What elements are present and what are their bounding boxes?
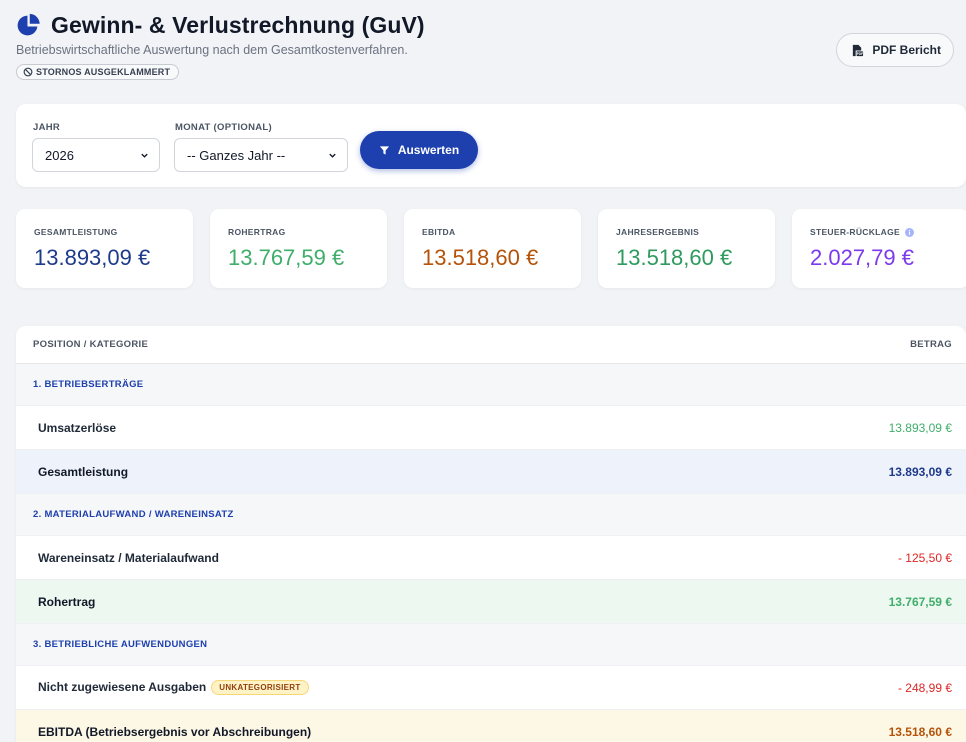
table-row: Umsatzerlöse 13.893,09 € bbox=[16, 406, 966, 450]
row-amount: 13.893,09 € bbox=[888, 420, 952, 435]
month-select[interactable]: -- Ganzes Jahr -- bbox=[174, 138, 348, 172]
table-body: 1. BETRIEBSERTRÄGE Umsatzerlöse 13.893,09 … bbox=[16, 364, 966, 742]
year-label: JAHR bbox=[33, 122, 61, 133]
kpi-label: ROHERTRAG bbox=[228, 227, 285, 237]
pie-chart-icon bbox=[16, 13, 41, 38]
year-select[interactable]: 2026 bbox=[32, 138, 160, 172]
apply-button[interactable]: Auswerten bbox=[360, 131, 478, 169]
chevron-down-icon bbox=[329, 153, 336, 158]
row-label-text: 1. BETRIEBSERTRÄGE bbox=[33, 379, 144, 390]
kpi-label: GESAMTLEISTUNG bbox=[34, 227, 118, 237]
table-total-row: EBITDA (Betriebsergebnis vor Abschreibun… bbox=[16, 710, 966, 742]
col-header-amount: BETRAG bbox=[910, 339, 952, 350]
row-amount: - 125,50 € bbox=[897, 550, 952, 565]
pdf-report-button[interactable]: PDF PDF Bericht bbox=[836, 33, 954, 67]
table-section-row: 3. BETRIEBLICHE AUFWENDUNGEN bbox=[16, 624, 966, 666]
year-select-value: 2026 bbox=[45, 147, 74, 163]
table-header: POSITION / KATEGORIE BETRAG bbox=[16, 326, 966, 364]
pdf-report-label: PDF Bericht bbox=[872, 43, 941, 57]
kpi-label-text: EBITDA bbox=[422, 227, 456, 237]
row-label: 2. MATERIALAUFWAND / WARENEINSATZ bbox=[33, 509, 234, 520]
page-title: Gewinn- & Verlustrechnung (GuV) bbox=[51, 12, 425, 38]
kpi-value: 13.767,59 € bbox=[228, 245, 345, 270]
kpi-value: 2.027,79 € bbox=[810, 245, 914, 270]
row-label-text: Gesamtleistung bbox=[38, 464, 129, 479]
row-label-text: Nicht zugewiesene Ausgaben bbox=[38, 680, 207, 694]
uncategorized-badge: UNKATEGORISIERT bbox=[211, 680, 309, 695]
kpi-card-rohertrag: ROHERTRAG 13.767,59 € bbox=[210, 209, 387, 288]
kpi-label-text: ROHERTRAG bbox=[228, 227, 286, 237]
kpi-value: 13.518,60 € bbox=[422, 245, 539, 270]
filter-icon bbox=[379, 145, 389, 155]
chevron-down-icon bbox=[141, 153, 148, 158]
row-label: Wareneinsatz / Materialaufwand bbox=[38, 551, 219, 565]
row-label-text: Rohertrag bbox=[38, 594, 96, 609]
table-section-row: 2. MATERIALAUFWAND / WARENEINSATZ bbox=[16, 494, 966, 536]
title-row: Gewinn- & Verlustrechnung (GuV) bbox=[16, 12, 956, 39]
pdf-file-icon: PDF bbox=[853, 44, 864, 56]
row-label: 3. BETRIEBLICHE AUFWENDUNGEN bbox=[33, 639, 207, 650]
row-amount: 13.767,59 € bbox=[888, 594, 952, 609]
row-label: Nicht zugewiesene Ausgaben UNKATEGORISIER… bbox=[38, 680, 309, 695]
kpi-card-ebitda: EBITDA 13.518,60 € bbox=[404, 209, 581, 288]
row-label: Rohertrag bbox=[38, 595, 95, 609]
kpi-card-jahresergebnis: JAHRESERGEBNIS 13.518,60 € bbox=[598, 209, 775, 288]
row-amount: 13.518,60 € bbox=[888, 724, 952, 739]
kpi-label-text: JAHRESERGEBNIS bbox=[616, 227, 700, 237]
apply-button-label: Auswerten bbox=[397, 143, 460, 157]
table-row: Nicht zugewiesene Ausgaben UNKATEGORISIER… bbox=[16, 666, 966, 710]
table-section-row: 1. BETRIEBSERTRÄGE bbox=[16, 364, 966, 406]
table-total-row: Rohertrag 13.767,59 € bbox=[16, 580, 966, 624]
table-total-row: Gesamtleistung 13.893,09 € bbox=[16, 450, 966, 494]
row-label-text: Umsatzerlöse bbox=[38, 420, 117, 435]
info-icon[interactable] bbox=[904, 227, 914, 237]
page-header: Gewinn- & Verlustrechnung (GuV) Betriebs… bbox=[16, 12, 956, 88]
guv-table: POSITION / KATEGORIE BETRAG 1. BETRIEBSE… bbox=[16, 326, 966, 742]
guv-page: Gewinn- & Verlustrechnung (GuV) Betriebs… bbox=[0, 0, 966, 742]
kpi-card-steuer-ruecklage: STEUER-RÜCKLAGE 2.027,79 € bbox=[792, 209, 966, 288]
kpi-label-text: STEUER-RÜCKLAGE bbox=[810, 227, 900, 237]
kpi-label: EBITDA bbox=[422, 227, 455, 237]
row-label-text: Wareneinsatz / Materialaufwand bbox=[38, 550, 219, 565]
col-header-position: POSITION / KATEGORIE bbox=[33, 339, 149, 350]
kpi-value: 13.518,60 € bbox=[616, 245, 733, 270]
table-row: Wareneinsatz / Materialaufwand - 125,50 € bbox=[16, 536, 966, 580]
page-subtitle: Betriebswirtschaftliche Auswertung nach … bbox=[16, 43, 408, 57]
svg-text:PDF: PDF bbox=[857, 52, 864, 56]
ban-icon bbox=[23, 67, 33, 77]
stornos-badge-label: STORNOS AUSGEKLAMMERT bbox=[36, 67, 171, 77]
row-label-text: 2. MATERIALAUFWAND / WARENEINSATZ bbox=[33, 509, 234, 520]
row-label-text: EBITDA (Betriebsergebnis vor Abschreibun… bbox=[38, 724, 312, 739]
kpi-card-gesamtleistung: GESAMTLEISTUNG 13.893,09 € bbox=[16, 209, 193, 288]
month-select-value: -- Ganzes Jahr -- bbox=[187, 147, 286, 163]
row-label: 1. BETRIEBSERTRÄGE bbox=[33, 379, 143, 390]
row-label: Umsatzerlöse bbox=[38, 421, 116, 435]
month-label: MONAT (OPTIONAL) bbox=[175, 122, 272, 133]
row-amount: - 248,99 € bbox=[897, 680, 952, 695]
stornos-badge: STORNOS AUSGEKLAMMERT bbox=[16, 64, 180, 80]
filter-card: JAHR 2026 MONAT (OPTIONAL) -- Ganzes Jah… bbox=[16, 104, 966, 187]
kpi-label-text: GESAMTLEISTUNG bbox=[34, 227, 118, 237]
row-label-text: 3. BETRIEBLICHE AUFWENDUNGEN bbox=[33, 639, 208, 650]
row-amount: 13.893,09 € bbox=[888, 464, 952, 479]
kpi-value: 13.893,09 € bbox=[34, 245, 151, 270]
row-label: EBITDA (Betriebsergebnis vor Abschreibun… bbox=[38, 725, 311, 739]
kpi-label: STEUER-RÜCKLAGE bbox=[810, 227, 914, 237]
kpi-label: JAHRESERGEBNIS bbox=[616, 227, 699, 237]
row-label: Gesamtleistung bbox=[38, 465, 128, 479]
